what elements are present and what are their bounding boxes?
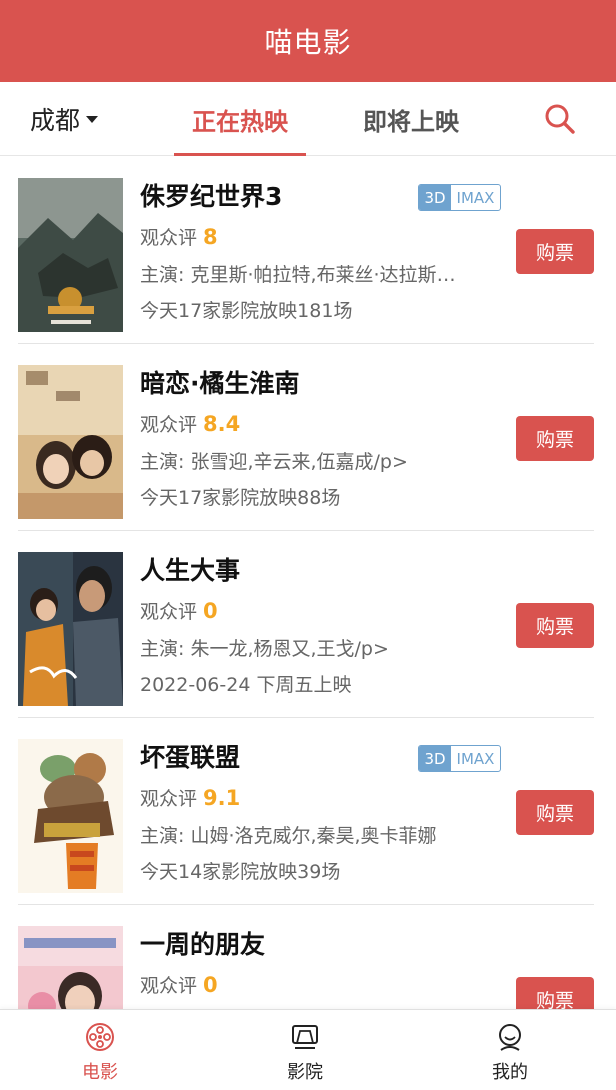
- movie-poster[interactable]: [18, 365, 123, 519]
- score-label: 观众评: [140, 601, 198, 623]
- showtime-info: 今天17家影院放映88场: [140, 487, 341, 509]
- buy-ticket-button[interactable]: 购票: [516, 977, 594, 1009]
- score-row: 观众评 8: [140, 223, 218, 250]
- showtime-info: 今天17家影院放映181场: [140, 300, 353, 322]
- buy-ticket-button[interactable]: 购票: [516, 603, 594, 648]
- city-selector[interactable]: 成都: [30, 82, 99, 156]
- score-value: 8: [203, 225, 218, 249]
- movie-list[interactable]: 侏罗纪世界3 3D IMAX 观众评 8 主演: 克里斯·帕拉特,布莱丝·达拉斯·…: [0, 157, 616, 1009]
- tab-now-showing[interactable]: 正在热映: [174, 82, 306, 156]
- movie-title: 侏罗纪世界3: [140, 182, 283, 211]
- tabbar-item-movies[interactable]: 电影: [40, 1010, 160, 1090]
- actors-text: 主演: 朱一龙,杨恩又,王戈/p>: [140, 638, 389, 660]
- buy-ticket-button[interactable]: 购票: [516, 416, 594, 461]
- movie-item[interactable]: 暗恋·橘生淮南 观众评 8.4 主演: 张雪迎,辛云来,伍嘉成/p> 今天17家影…: [0, 344, 616, 531]
- tabbar-label: 电影: [82, 1062, 118, 1083]
- movie-poster[interactable]: [18, 178, 123, 332]
- movie-poster[interactable]: [18, 926, 123, 1009]
- movie-title: 坏蛋联盟: [140, 743, 241, 772]
- tab-label: 正在热映: [192, 107, 288, 136]
- user-face-icon: [499, 1024, 521, 1051]
- actors-text: 主演: 山姆·洛克威尔,秦昊,奥卡菲娜: [140, 825, 437, 847]
- film-reel-icon: [86, 1023, 114, 1051]
- showtime-info: 今天14家影院放映39场: [140, 861, 341, 883]
- score-row: 观众评 9.1: [140, 784, 240, 811]
- movie-item[interactable]: 坏蛋联盟 3D IMAX 观众评 9.1 主演: 山姆·洛克威尔,秦昊,奥卡菲娜 …: [0, 718, 616, 905]
- badge-imax: IMAX: [456, 749, 495, 768]
- tabbar-label: 我的: [492, 1062, 528, 1083]
- bottom-tab-bar: 电影 影院 我的: [0, 1009, 616, 1090]
- tab-coming-soon[interactable]: 即将上映: [345, 82, 477, 156]
- movie-item[interactable]: 人生大事 观众评 0 主演: 朱一龙,杨恩又,王戈/p> 2022-06-24 下…: [0, 531, 616, 718]
- city-label: 成都: [30, 106, 81, 135]
- score-value: 0: [203, 599, 218, 623]
- actors-text: 主演: 张雪迎,辛云来,伍嘉成/p>: [140, 451, 408, 473]
- score-label: 观众评: [140, 788, 198, 810]
- score-row: 观众评 0: [140, 971, 218, 998]
- score-row: 观众评 8.4: [140, 410, 240, 437]
- movie-item[interactable]: 一周的朋友 观众评 0 购票: [0, 905, 616, 1009]
- score-value: 9.1: [203, 786, 241, 810]
- search-button[interactable]: [540, 101, 580, 137]
- score-label: 观众评: [140, 227, 198, 249]
- actors-text: 主演: 克里斯·帕拉特,布莱丝·达拉斯·霍华德: [140, 264, 460, 286]
- movie-title: 一周的朋友: [140, 930, 266, 959]
- tab-label: 即将上映: [363, 107, 459, 136]
- badge-imax: IMAX: [456, 188, 495, 207]
- movie-poster[interactable]: [18, 552, 123, 706]
- cinema-screen-icon: [292, 1025, 318, 1049]
- buy-ticket-button[interactable]: 购票: [516, 790, 594, 835]
- score-value: 8.4: [203, 412, 241, 436]
- caret-down-icon: [86, 115, 99, 123]
- movie-item[interactable]: 侏罗纪世界3 3D IMAX 观众评 8 主演: 克里斯·帕拉特,布莱丝·达拉斯·…: [0, 157, 616, 344]
- search-icon: [545, 104, 575, 134]
- top-navigation: 成都 正在热映 即将上映: [0, 82, 616, 156]
- format-badge: 3D IMAX: [418, 745, 501, 772]
- tabbar-item-mine[interactable]: 我的: [450, 1010, 570, 1090]
- score-row: 观众评 0: [140, 597, 218, 624]
- movie-poster[interactable]: [18, 739, 123, 893]
- movie-title: 暗恋·橘生淮南: [140, 369, 300, 398]
- app-header: 喵电影: [0, 0, 616, 82]
- score-value: 0: [203, 973, 218, 997]
- score-label: 观众评: [140, 414, 198, 436]
- movie-title: 人生大事: [140, 556, 241, 585]
- tabbar-item-cinemas[interactable]: 影院: [245, 1010, 365, 1090]
- badge-3d: 3D: [419, 185, 451, 210]
- tabbar-label: 影院: [287, 1062, 323, 1083]
- score-label: 观众评: [140, 975, 198, 997]
- badge-3d: 3D: [419, 746, 451, 771]
- format-badge: 3D IMAX: [418, 184, 501, 211]
- app-title: 喵电影: [264, 26, 352, 59]
- showtime-info: 2022-06-24 下周五上映: [140, 674, 352, 696]
- buy-ticket-button[interactable]: 购票: [516, 229, 594, 274]
